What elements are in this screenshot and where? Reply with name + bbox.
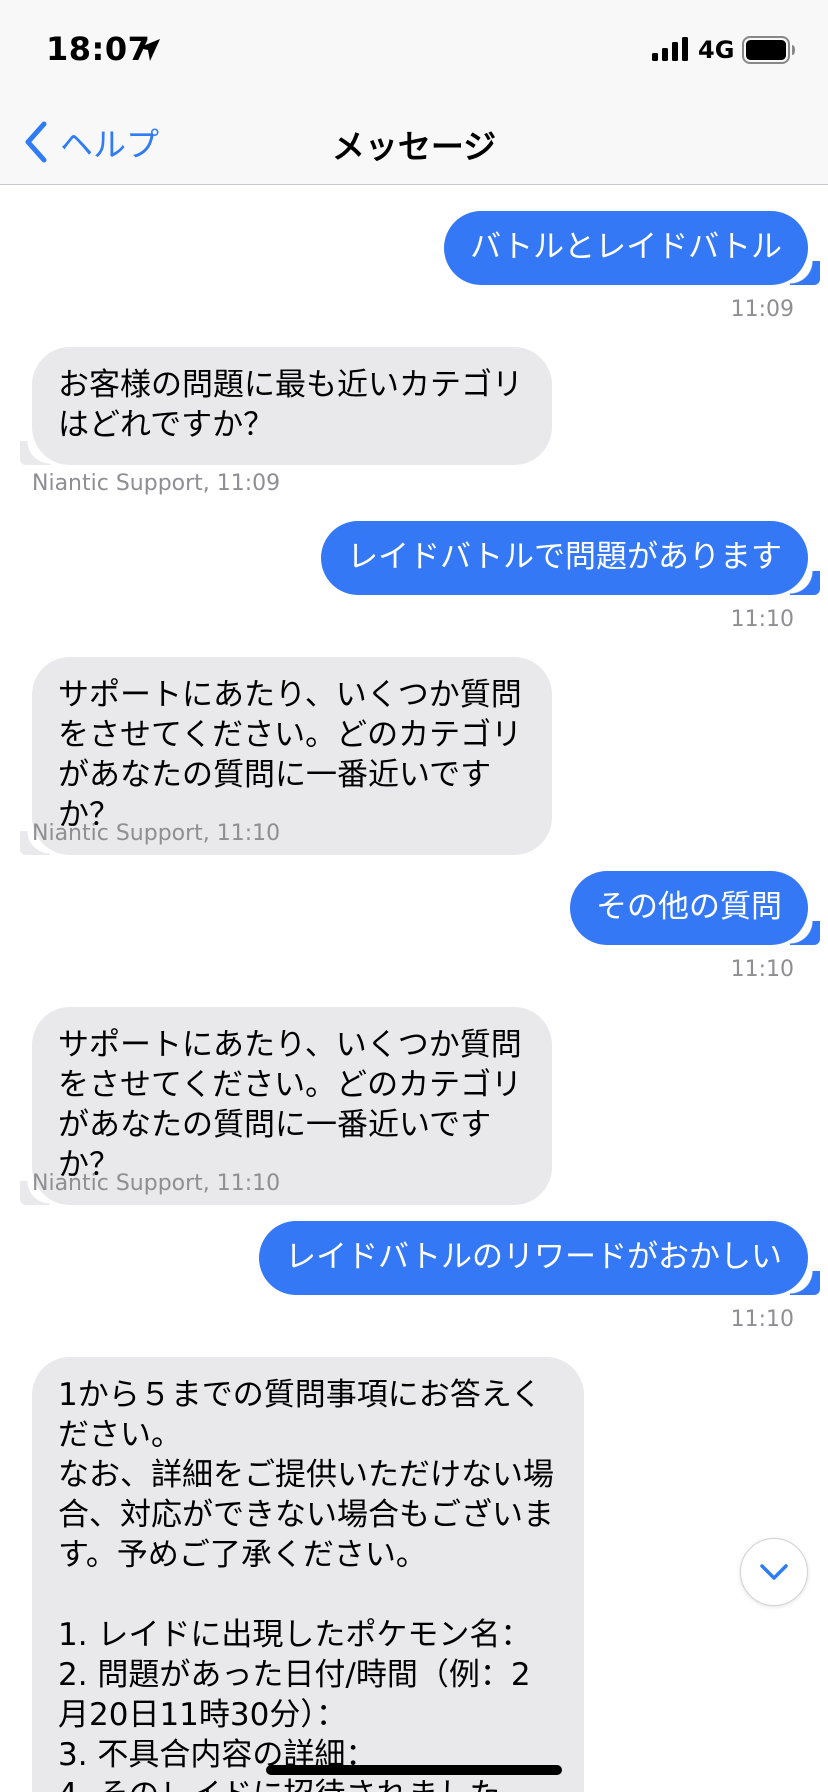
message-sender-meta: Niantic Support, 11:10 (32, 821, 281, 846)
message-timestamp: 11:10 (730, 607, 794, 632)
received-bubble-text: お客様の問題に最も近いカテゴリはどれですか？ (20, 347, 552, 465)
message-timestamp: 11:09 (730, 297, 794, 322)
status-time: 18:07 (46, 30, 151, 68)
message-sender-meta: Niantic Support, 11:09 (32, 471, 281, 496)
sent-message[interactable]: その他の質問 (570, 871, 820, 945)
sent-bubble-text: その他の質問 (570, 871, 820, 945)
scroll-to-bottom-button[interactable] (740, 1538, 808, 1606)
message-timestamp: 11:10 (730, 957, 794, 982)
signal-bars-icon (652, 37, 688, 61)
navigation-bar: ヘルプ メッセージ (0, 100, 828, 185)
received-message[interactable]: お客様の問題に最も近いカテゴリはどれですか？ (20, 347, 552, 465)
sent-message[interactable]: レイドバトルのリワードがおかしい (259, 1221, 820, 1295)
location-arrow-icon (138, 39, 160, 61)
message-thread[interactable]: バトルとレイドバトル 11:09 お客様の問題に最も近いカテゴリはどれですか？ … (0, 185, 828, 1792)
sent-bubble-text: バトルとレイドバトル (444, 211, 820, 285)
message-sender-meta: Niantic Support, 11:10 (32, 1171, 281, 1196)
battery-icon (742, 36, 795, 64)
sent-message[interactable]: バトルとレイドバトル (444, 211, 820, 285)
network-type-label: 4G (698, 36, 735, 64)
home-indicator (266, 1765, 562, 1775)
sent-message[interactable]: レイドバトルで問題があります (321, 521, 820, 595)
received-message[interactable]: 1から５までの質問事項にお答えください。 なお、詳細をご提供いただけない場合、対… (32, 1357, 584, 1792)
sent-bubble-text: レイドバトルで問題があります (321, 521, 820, 595)
status-bar: 18:07 4G (0, 0, 828, 100)
sent-bubble-text: レイドバトルのリワードがおかしい (259, 1221, 820, 1295)
received-bubble-text: 1から５までの質問事項にお答えください。 なお、詳細をご提供いただけない場合、対… (32, 1357, 584, 1792)
message-timestamp: 11:10 (730, 1307, 794, 1332)
messages-screen: 18:07 4G ヘルプ メッセージ バトルとレイドバトル 11:09 お客様の… (0, 0, 828, 1792)
chevron-down-icon (760, 1564, 788, 1580)
page-title: メッセージ (331, 127, 497, 166)
